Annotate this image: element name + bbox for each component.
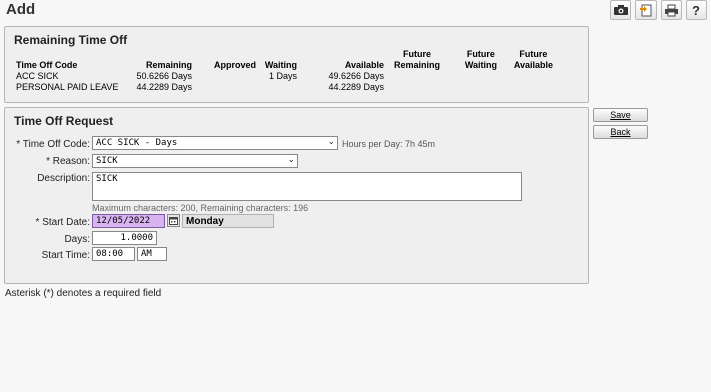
start-date-value: 12/05/2022	[96, 216, 151, 226]
col-header-remaining: Remaining	[145, 60, 192, 70]
days-input[interactable]: 1.0000	[92, 231, 157, 245]
col-header-future-remaining: Future Remaining	[393, 49, 440, 70]
reason-value: SICK	[96, 156, 118, 166]
time-off-code-select[interactable]: ACC SICK - Days ⌄	[92, 136, 338, 150]
start-time-input[interactable]: 08:00	[92, 247, 135, 261]
chevron-down-icon: ⌄	[287, 155, 295, 165]
back-button[interactable]: Back	[593, 125, 648, 139]
ampm-value: AM	[141, 249, 152, 259]
cell-available: 44.2289 Days	[328, 82, 384, 92]
time-off-request-panel: Time Off Request * Time Off Code: ACC SI…	[4, 107, 589, 284]
cell-waiting: 1 Days	[268, 71, 297, 81]
cell-remaining: 50.6266 Days	[136, 71, 192, 81]
svg-text:?: ?	[692, 3, 700, 17]
toolbar: ?	[610, 0, 709, 22]
time-off-request-title: Time Off Request	[14, 114, 114, 128]
start-date-label: * Start Date:	[35, 217, 90, 228]
hours-per-day-hint: Hours per Day: 7h 45m	[342, 139, 436, 149]
col-header-waiting: Waiting	[264, 60, 297, 70]
time-off-code-value: ACC SICK - Days	[96, 138, 178, 148]
cell-code: ACC SICK	[16, 71, 59, 81]
camera-icon[interactable]	[610, 0, 632, 20]
days-label: Days:	[64, 234, 90, 245]
col-header-code: Time Off Code	[16, 60, 78, 70]
description-value: SICK	[96, 174, 118, 184]
description-textarea[interactable]: SICK	[92, 172, 522, 201]
day-of-week-display: Monday	[182, 214, 274, 228]
start-time-label: Start Time:	[41, 250, 90, 261]
required-field-note: Asterisk (*) denotes a required field	[5, 288, 162, 299]
days-value: 1.0000	[120, 233, 153, 243]
start-time-value: 08:00	[96, 249, 124, 259]
remaining-time-off-panel: Remaining Time Off Time Off Code Remaini…	[4, 26, 589, 103]
col-header-available: Available	[344, 60, 384, 70]
col-header-future-waiting: Future Waiting	[464, 49, 497, 70]
reason-label: * Reason:	[46, 156, 90, 167]
cell-available: 49.6266 Days	[328, 71, 384, 81]
save-button[interactable]: Save	[593, 108, 648, 122]
print-icon[interactable]	[660, 0, 682, 20]
remaining-time-off-title: Remaining Time Off	[14, 33, 128, 47]
cell-remaining: 44.2289 Days	[136, 82, 192, 92]
reason-select[interactable]: SICK ⌄	[92, 154, 298, 168]
cell-code: PERSONAL PAID LEAVE	[16, 82, 119, 92]
page-title: Add	[6, 1, 36, 18]
col-header-approved: Approved	[214, 60, 257, 70]
help-icon[interactable]: ?	[685, 0, 707, 20]
character-count-hint: Maximum characters: 200, Remaining chara…	[92, 203, 309, 213]
ampm-input[interactable]: AM	[137, 247, 167, 261]
chevron-down-icon: ⌄	[327, 137, 335, 147]
description-label: Description:	[37, 173, 90, 184]
export-icon[interactable]	[635, 0, 657, 20]
calendar-icon[interactable]	[167, 214, 180, 227]
start-date-input[interactable]: 12/05/2022	[92, 214, 165, 228]
col-header-future-available: Future Available	[513, 49, 553, 70]
time-off-code-label: * Time Off Code:	[16, 139, 90, 150]
